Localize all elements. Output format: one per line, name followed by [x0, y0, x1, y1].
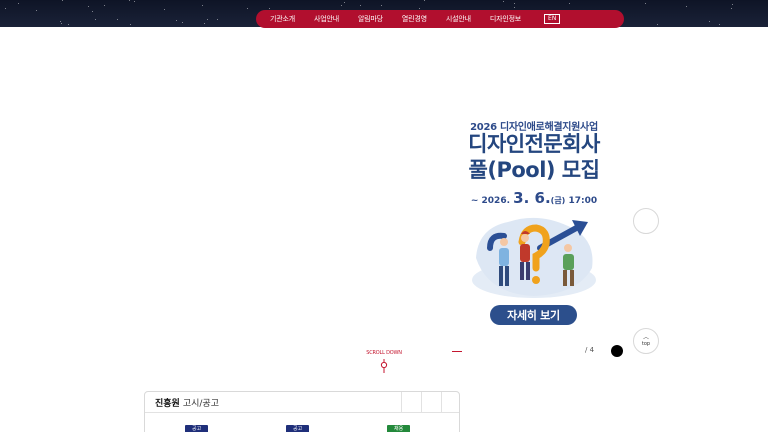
nav-item-business[interactable]: 사업안내	[314, 14, 339, 24]
nav-item-facilities[interactable]: 시설안내	[446, 14, 471, 24]
view-details-button[interactable]: 자세히 보기	[490, 305, 577, 325]
page: 기관소개 사업안내 알림마당 열린경영 시설안내 디자인정보 EN 2026 디…	[0, 0, 768, 432]
star-dot	[217, 19, 218, 20]
deadline-time: 17:00	[568, 196, 598, 206]
star-dot	[341, 5, 342, 6]
slider-control-button[interactable]	[633, 208, 659, 234]
nav-item-news[interactable]: 알림마당	[358, 14, 383, 24]
scroll-to-top-button[interactable]: ︿ top	[633, 328, 659, 354]
star-dot	[344, 2, 345, 3]
star-dot	[134, 1, 135, 2]
star-dot	[207, 19, 208, 20]
banner-title: 디자인전문회사 풀(Pool) 모집	[444, 131, 624, 183]
star-dot	[104, 5, 105, 6]
star-dot	[88, 6, 89, 7]
star-dot	[117, 19, 118, 20]
notice-badge-announcement: 공고	[286, 425, 310, 432]
slide-indicator-dot[interactable]	[611, 345, 623, 357]
star-dot	[381, 5, 382, 6]
star-dot	[176, 20, 177, 21]
star-dot	[60, 21, 61, 22]
notice-board: 진흥원 고시/공고 공고 공고 채용	[144, 391, 460, 432]
star-dot	[686, 6, 687, 7]
star-dot	[360, 5, 361, 6]
main-nav: 기관소개 사업안내 알림마당 열린경영 시설안내 디자인정보 EN	[256, 10, 624, 28]
top-label: top	[641, 341, 651, 347]
star-dot	[95, 19, 96, 20]
notice-tab-3[interactable]	[441, 392, 460, 413]
star-dot	[731, 8, 732, 9]
slide-counter: / 4	[585, 346, 595, 354]
banner-title-line1: 디자인전문회사	[468, 132, 600, 156]
star-dot	[732, 4, 733, 5]
star-dot	[164, 9, 165, 10]
star-dot	[36, 10, 37, 11]
star-dot	[514, 3, 515, 4]
notice-category: 고시/공고	[182, 398, 219, 409]
star-dot	[129, 0, 130, 1]
star-dot	[204, 23, 205, 24]
notice-badge-announcement: 공고	[185, 425, 209, 432]
star-dot	[247, 8, 248, 9]
star-dot	[503, 1, 504, 2]
deadline-day: (금)	[550, 196, 566, 205]
star-dot	[645, 3, 646, 4]
star-dot	[269, 8, 270, 9]
deadline-prefix: ~ 2026.	[470, 196, 511, 206]
scroll-down-icon	[380, 359, 388, 373]
star-dot	[61, 23, 62, 24]
star-dot	[709, 21, 710, 22]
star-dot	[18, 3, 19, 4]
nav-item-design-info[interactable]: 디자인정보	[490, 14, 521, 24]
deadline-date: 3. 6.	[513, 189, 551, 207]
scroll-down-label[interactable]: SCROLL DOWN	[362, 350, 406, 356]
notice-badge-recruit: 채용	[387, 425, 411, 432]
star-dot	[424, 0, 425, 1]
star-dot	[182, 22, 183, 23]
nav-item-about[interactable]: 기관소개	[270, 14, 295, 24]
star-dot	[657, 24, 658, 25]
star-dot	[719, 24, 720, 25]
star-dot	[202, 5, 203, 6]
banner-title-line2: 풀(Pool) 모집	[468, 158, 600, 182]
star-dot	[419, 8, 420, 9]
star-dot	[569, 3, 570, 4]
star-dot	[514, 7, 515, 8]
language-toggle-button[interactable]: EN	[544, 14, 561, 24]
star-dot	[92, 11, 93, 12]
notice-tab-2[interactable]	[421, 392, 440, 413]
notice-tab-1[interactable]	[401, 392, 420, 413]
banner-illustration	[472, 217, 596, 298]
star-dot	[5, 8, 6, 9]
nav-item-management[interactable]: 열린경영	[402, 14, 427, 24]
star-dot	[68, 24, 69, 25]
banner-deadline: ~ 2026. 3. 6.(금) 17:00	[454, 189, 614, 207]
slide-progress-bar	[452, 351, 462, 352]
star-dot	[130, 24, 131, 25]
notice-org-title: 진흥원	[155, 398, 180, 409]
star-dot	[62, 0, 63, 1]
